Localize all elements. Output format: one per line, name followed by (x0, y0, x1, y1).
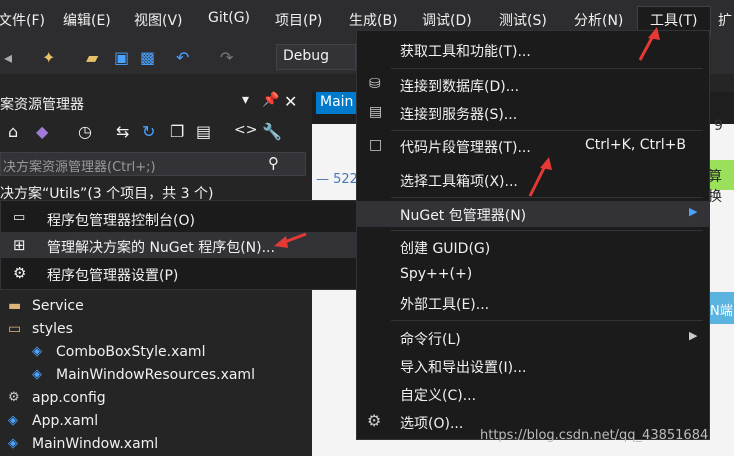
arrow-nuget (528, 157, 552, 197)
watermark: https://blog.csdn.net/qq_43851684 (480, 428, 709, 443)
annotation-arrows (274, 27, 660, 248)
arrow-tools (638, 27, 660, 61)
arrow-manage-packages (274, 232, 307, 248)
